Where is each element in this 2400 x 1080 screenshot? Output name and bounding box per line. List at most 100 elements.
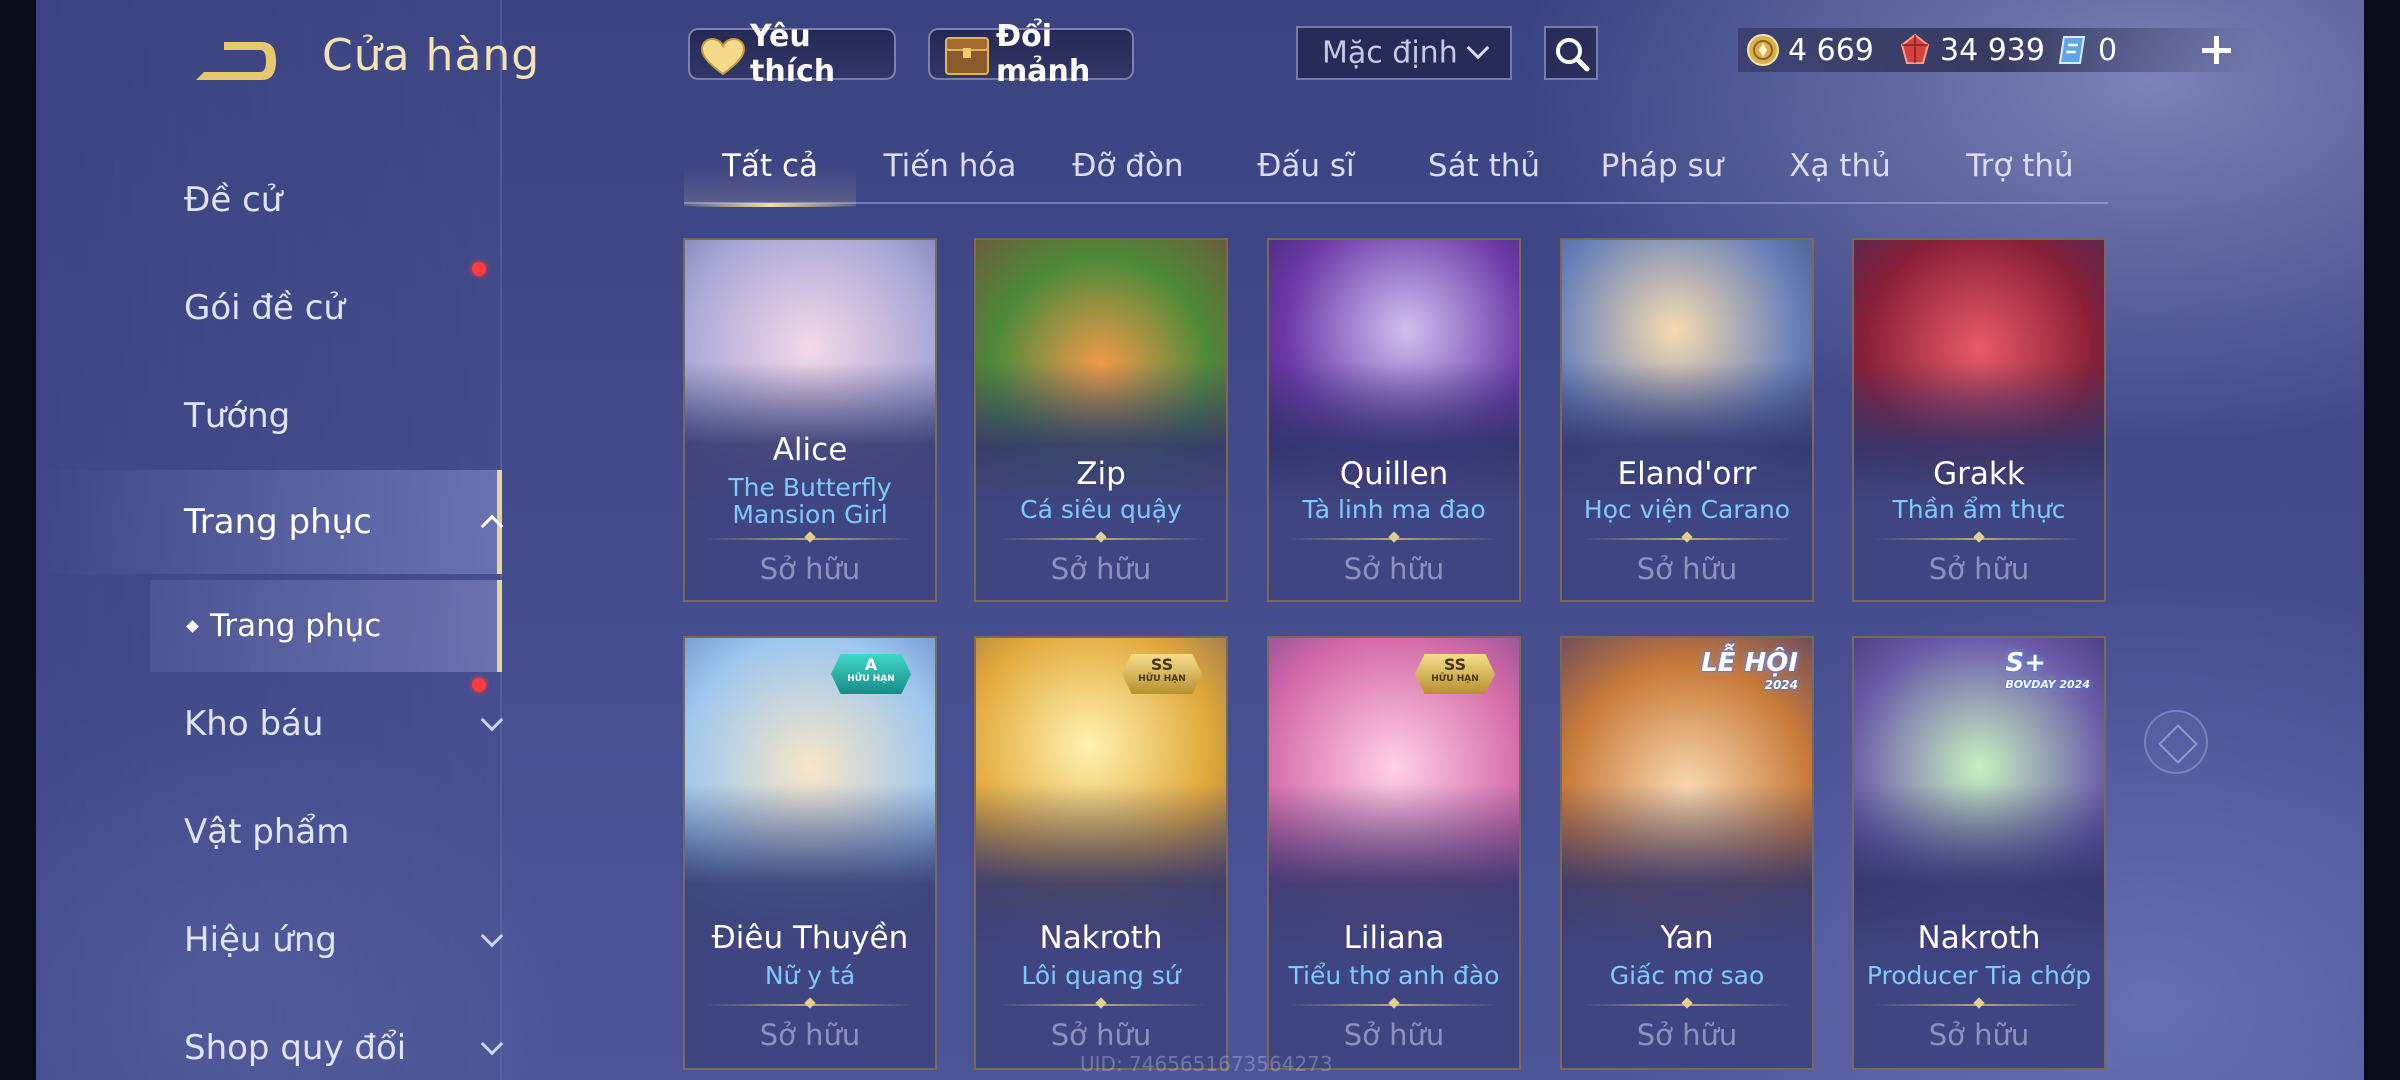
owned-status: Sở hữu bbox=[1636, 552, 1738, 586]
screen-edge-right bbox=[2364, 0, 2400, 1080]
search-icon bbox=[1556, 38, 1590, 72]
tab-fighter[interactable]: Đấu sĩ bbox=[1220, 138, 1392, 204]
badge-sub: HỮU HẠN bbox=[1431, 674, 1479, 684]
chevron-up-icon bbox=[480, 514, 504, 538]
skin-name: Producer Tia chớp bbox=[1866, 961, 2092, 990]
sort-value: Mặc định bbox=[1322, 35, 1458, 71]
ruby-currency: 34 939 bbox=[1898, 26, 2045, 74]
exchange-label: Đổi mảnh bbox=[996, 19, 1091, 89]
skin-card[interactable]: Zip Cá siêu quậy Sở hữu bbox=[974, 238, 1228, 602]
sidebar-item-treasure[interactable]: Kho báu bbox=[36, 672, 504, 776]
sidebar-item-exchange-shop[interactable]: Shop quy đổi bbox=[36, 996, 504, 1080]
sidebar-item-label: Trang phục bbox=[184, 502, 372, 542]
skin-card[interactable]: SS HỮU HẠN Nakroth Lôi quang sứ Sở hữu bbox=[974, 636, 1228, 1070]
skin-card[interactable]: A HỮU HẠN Điêu Thuyền Nữ y tá Sở hữu bbox=[683, 636, 937, 1070]
badge-tier: SS bbox=[1443, 655, 1467, 674]
tab-label: Đấu sĩ bbox=[1257, 148, 1355, 184]
tab-label: Tiến hóa bbox=[883, 148, 1017, 184]
heart-icon bbox=[700, 38, 746, 76]
skin-card[interactable]: Grakk Thần ẩm thực Sở hữu bbox=[1852, 238, 2106, 602]
sidebar-item-label: Tướng bbox=[184, 396, 291, 436]
owned-status: Sở hữu bbox=[759, 552, 861, 586]
voucher-icon bbox=[2058, 36, 2086, 64]
card-divider bbox=[1582, 1004, 1792, 1006]
tab-label: Sát thủ bbox=[1427, 148, 1541, 184]
card-divider bbox=[1874, 538, 2084, 540]
owned-status: Sở hữu bbox=[1636, 1018, 1738, 1052]
sidebar-item-skins[interactable]: Trang phục bbox=[36, 470, 504, 574]
skin-name: Giấc mơ sao bbox=[1609, 961, 1765, 990]
skin-name: Lôi quang sứ bbox=[1021, 961, 1181, 990]
ruby-amount: 34 939 bbox=[1940, 32, 2045, 68]
sidebar-item-label: Kho báu bbox=[184, 704, 324, 744]
tab-all[interactable]: Tất cả bbox=[684, 138, 856, 207]
skin-card[interactable]: LỄ HỘI 2024 Yan Giấc mơ sao Sở hữu bbox=[1560, 636, 1814, 1070]
favorites-label: Yêu thích bbox=[750, 19, 836, 89]
sidebar-subitem-skins[interactable]: Trang phục bbox=[150, 580, 502, 672]
voucher-amount: 0 bbox=[2098, 32, 2118, 68]
owned-status: Sở hữu bbox=[1343, 1018, 1445, 1052]
skin-card[interactable]: Alice The Butterfly Mansion Girl Sở hữu bbox=[683, 238, 937, 602]
notification-dot bbox=[472, 262, 486, 276]
skin-card[interactable]: Quillen Tà linh ma đao Sở hữu bbox=[1267, 238, 1521, 602]
skin-name: Thần ẩm thực bbox=[1892, 495, 2066, 524]
skin-card[interactable]: SS HỮU HẠN Liliana Tiểu thơ anh đào Sở hữ… bbox=[1267, 636, 1521, 1070]
exchange-fragments-button[interactable]: Đổi mảnh bbox=[928, 19, 1134, 89]
card-divider bbox=[1289, 538, 1499, 540]
skin-card[interactable]: S+ BOVDAY 2024 Nakroth Producer Tia chớp … bbox=[1852, 636, 2106, 1070]
card-divider bbox=[1874, 1004, 2084, 1006]
favorites-button[interactable]: Yêu thích bbox=[688, 19, 896, 89]
hero-name: Điêu Thuyền bbox=[711, 920, 909, 956]
hero-name: Grakk bbox=[1933, 456, 2025, 492]
tab-label: Đỡ đòn bbox=[1072, 148, 1184, 184]
tab-support[interactable]: Trợ thủ bbox=[1934, 138, 2106, 204]
skin-name: Học viện Carano bbox=[1583, 495, 1791, 524]
sidebar-item-effects[interactable]: Hiệu ứng bbox=[36, 888, 504, 992]
tab-label: Trợ thủ bbox=[1966, 148, 2074, 184]
skin-name: Tiểu thơ anh đào bbox=[1288, 961, 1500, 990]
tier-badge: A HỮU HẠN bbox=[831, 654, 911, 694]
add-currency-icon[interactable] bbox=[2196, 26, 2236, 74]
skin-name: Tà linh ma đao bbox=[1302, 495, 1486, 524]
back-arrow-icon bbox=[196, 42, 276, 80]
skin-name: Nữ y tá bbox=[764, 961, 856, 990]
sidebar-item-items[interactable]: Vật phẩm bbox=[36, 780, 502, 884]
tab-assassin[interactable]: Sát thủ bbox=[1398, 138, 1570, 204]
card-divider bbox=[705, 538, 915, 540]
notification-dot bbox=[472, 678, 486, 692]
hero-name: Liliana bbox=[1343, 920, 1445, 956]
tier-badge: SS HỮU HẠN bbox=[1122, 654, 1202, 694]
skin-name: Cá siêu quậy bbox=[1020, 495, 1182, 524]
page-title: Cửa hàng bbox=[322, 30, 541, 81]
badge-tier: A bbox=[864, 655, 878, 674]
card-divider bbox=[996, 538, 1206, 540]
card-divider bbox=[1582, 538, 1792, 540]
tab-evolution[interactable]: Tiến hóa bbox=[864, 138, 1036, 204]
splus-logo: S+ BOVDAY 2024 bbox=[2005, 648, 2090, 691]
tab-mage[interactable]: Pháp sư bbox=[1576, 138, 1748, 204]
sidebar-item-heroes[interactable]: Tướng bbox=[36, 364, 502, 468]
gold-amount: 4 669 bbox=[1788, 32, 1874, 68]
sidebar-item-label: Gói đề cử bbox=[184, 288, 345, 328]
search-button[interactable] bbox=[1544, 26, 1598, 80]
chevron-down-icon bbox=[480, 1032, 504, 1056]
hero-name: Yan bbox=[1660, 920, 1714, 956]
diamond-bullet-icon bbox=[186, 620, 199, 633]
hero-name: Alice bbox=[772, 432, 848, 468]
sort-dropdown[interactable]: Mặc định bbox=[1296, 26, 1512, 80]
hero-name: Eland'orr bbox=[1617, 456, 1757, 492]
sidebar-item-label: Vật phẩm bbox=[184, 812, 350, 852]
floating-menu-button[interactable] bbox=[2144, 710, 2208, 774]
skin-card[interactable]: Eland'orr Học viện Carano Sở hữu bbox=[1560, 238, 1814, 602]
festival-logo: LỄ HỘI 2024 bbox=[1701, 648, 1798, 692]
card-divider bbox=[705, 1004, 915, 1006]
sidebar-item-label: Hiệu ứng bbox=[184, 920, 337, 960]
tab-marksman[interactable]: Xạ thủ bbox=[1754, 138, 1926, 204]
sidebar-item-recommended[interactable]: Đề cử bbox=[36, 148, 502, 252]
sidebar-item-recommended-packs[interactable]: Gói đề cử bbox=[36, 256, 502, 360]
back-button[interactable] bbox=[190, 36, 280, 86]
owned-status: Sở hữu bbox=[1343, 552, 1445, 586]
hero-name: Quillen bbox=[1339, 456, 1449, 492]
hero-name: Nakroth bbox=[1039, 920, 1163, 956]
tab-tank[interactable]: Đỡ đòn bbox=[1042, 138, 1214, 204]
